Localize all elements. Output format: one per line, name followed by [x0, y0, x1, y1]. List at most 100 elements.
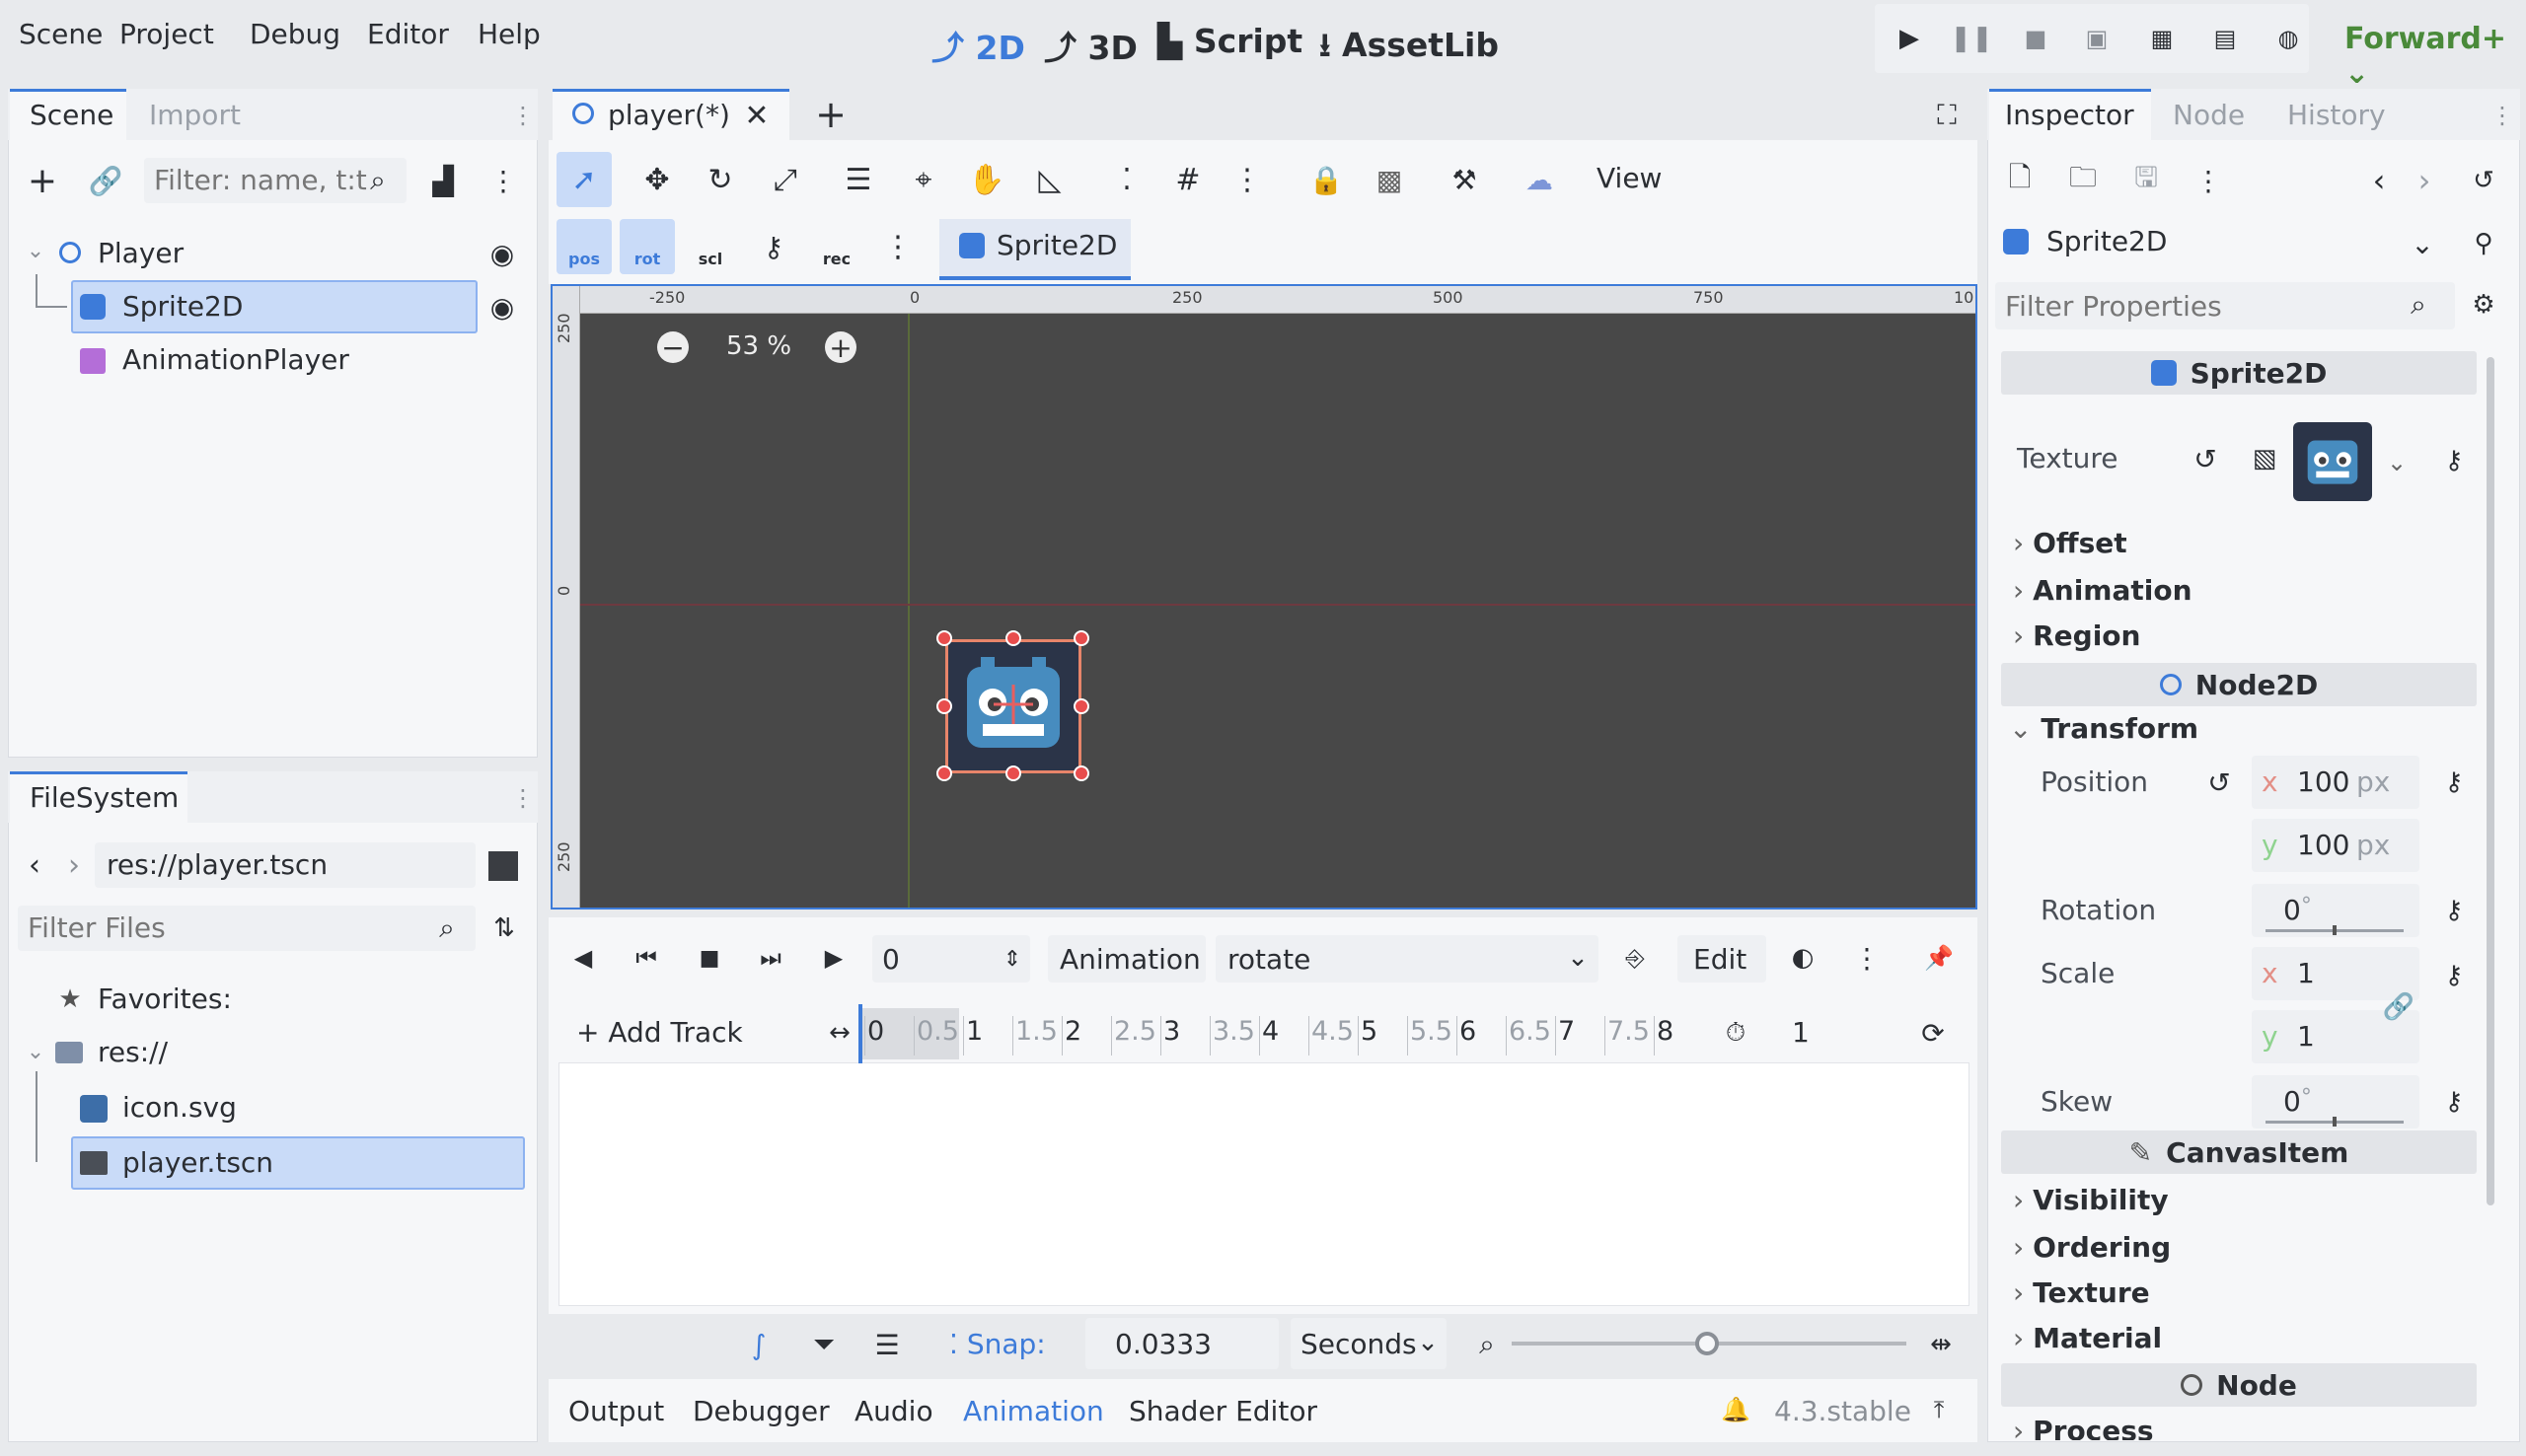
add-tab-icon[interactable]: + — [813, 93, 849, 136]
play-custom-icon[interactable]: ▤ — [2210, 24, 2240, 53]
workspace-script[interactable]: ▙ Script — [1157, 22, 1302, 60]
menu-project[interactable]: Project — [119, 18, 214, 50]
tab-import[interactable]: Import — [149, 99, 241, 131]
section-offset[interactable]: › Offset — [2013, 527, 2127, 559]
scale-icon[interactable]: ⤢ — [768, 162, 803, 197]
section-transform[interactable]: ⌄ Transform — [2009, 712, 2198, 745]
stop-icon[interactable]: ■ — [2021, 24, 2050, 53]
tab-animation[interactable]: Animation — [963, 1395, 1104, 1427]
play-start-icon[interactable]: ⏭ — [756, 943, 785, 973]
resize-icon[interactable]: ↔ — [823, 1016, 856, 1050]
length-value[interactable]: 1 — [1792, 1016, 1810, 1049]
fullscreen-icon[interactable]: ⛶ — [1930, 99, 1964, 132]
onion-icon[interactable]: ◐ — [1786, 943, 1820, 973]
smart-snap-icon[interactable]: ⁚ — [1109, 162, 1145, 197]
handle[interactable] — [1005, 630, 1021, 646]
chevron-down-icon[interactable]: ⌄ — [2382, 448, 2412, 477]
eye-icon[interactable]: ◉ — [485, 238, 519, 270]
menu-dots-icon[interactable]: ⋮ — [511, 781, 535, 815]
play-backwards-icon[interactable]: ◀ — [568, 943, 598, 973]
pivot-icon[interactable]: ⌖ — [906, 162, 941, 197]
ruler-icon[interactable]: ◺ — [1032, 162, 1068, 197]
rot-mode[interactable]: rot — [620, 219, 675, 274]
tab-debugger[interactable]: Debugger — [693, 1395, 830, 1427]
menu-dots-icon[interactable]: ⋮ — [2490, 99, 2514, 132]
bone-icon[interactable]: ⚒ — [1447, 162, 1482, 197]
tree-node-player[interactable]: Player — [98, 237, 184, 269]
pos-mode[interactable]: pos — [557, 219, 612, 274]
sort-icon[interactable]: ⇅ — [487, 911, 521, 945]
handle[interactable] — [936, 630, 952, 646]
open-icon[interactable]: 🗀 — [2066, 161, 2100, 197]
list-select-icon[interactable]: ☰ — [841, 162, 876, 197]
dots-icon[interactable]: ⋮ — [1853, 942, 1881, 975]
rotate-icon[interactable]: ↻ — [703, 162, 738, 197]
back-icon[interactable]: ‹ — [22, 848, 47, 883]
close-icon[interactable]: ✕ — [740, 99, 774, 133]
view-menu[interactable]: View — [1597, 162, 1662, 194]
revert-icon[interactable]: ↺ — [2189, 442, 2222, 475]
tab-shader-editor[interactable]: Shader Editor — [1129, 1395, 1317, 1427]
fit-icon[interactable]: ⇹ — [1924, 1328, 1958, 1361]
history-back-icon[interactable]: ‹ — [2364, 162, 2394, 199]
key-icon[interactable]: ⚷ — [2437, 1087, 2471, 1117]
select-icon[interactable]: ➚ — [566, 162, 602, 197]
expand-panel-icon[interactable]: ⤒ — [1924, 1395, 1954, 1424]
filter-icon[interactable]: ⏷ — [807, 1328, 841, 1361]
tab-output[interactable]: Output — [568, 1395, 664, 1427]
revert-icon[interactable]: ↺ — [2202, 765, 2236, 799]
zoom-level[interactable]: 53 % — [726, 331, 791, 361]
lock-icon[interactable]: 🔒 — [1308, 162, 1344, 197]
new-resource-icon[interactable]: 🗋 — [2003, 161, 2037, 197]
key-icon[interactable]: ⚷ — [2437, 896, 2471, 925]
section-process[interactable]: › Process — [2013, 1415, 2154, 1440]
renderer-select[interactable]: Forward+ ⌄ — [2344, 22, 2526, 91]
tune-icon[interactable]: ⚙ — [2467, 288, 2500, 322]
key-icon[interactable]: ⚷ — [2437, 767, 2471, 797]
workspace-assetlib[interactable]: ⭳ AssetLib — [1319, 22, 1499, 77]
move-icon[interactable]: ✥ — [639, 162, 675, 197]
cloud-icon[interactable]: ☁ — [1522, 162, 1557, 197]
menu-dots-icon[interactable]: ⋮ — [511, 99, 535, 132]
handle[interactable] — [936, 765, 952, 781]
tab-history[interactable]: History — [2287, 99, 2386, 131]
dots-icon[interactable]: ⋮ — [2194, 164, 2222, 197]
stop-icon[interactable]: ■ — [695, 943, 724, 973]
fs-res-folder[interactable]: res:// — [98, 1036, 168, 1068]
handle[interactable] — [936, 698, 952, 714]
zoom-slider-handle[interactable] — [1695, 1332, 1719, 1355]
menu-scene[interactable]: Scene — [19, 18, 103, 50]
chevron-down-icon[interactable]: ⌄ — [24, 1040, 47, 1064]
section-region[interactable]: › Region — [2013, 619, 2140, 652]
eye-icon[interactable]: ◉ — [485, 291, 519, 324]
tab-node[interactable]: Node — [2173, 99, 2245, 131]
notification-icon[interactable]: 🔔 — [1721, 1395, 1750, 1424]
handle[interactable] — [1074, 698, 1089, 714]
play-icon[interactable]: ▶ — [819, 943, 849, 973]
remote-icon[interactable]: ▣ — [2082, 24, 2112, 53]
save-icon[interactable]: 🖫 — [2129, 161, 2163, 197]
tracks-icon[interactable]: ☰ — [870, 1328, 904, 1361]
handle[interactable] — [1074, 765, 1089, 781]
link-icon[interactable]: 🔗 — [2382, 990, 2415, 1024]
play-backwards-start-icon[interactable]: ⏮ — [632, 943, 661, 973]
fs-favorites[interactable]: Favorites: — [98, 983, 232, 1015]
section-ordering[interactable]: › Ordering — [2013, 1231, 2171, 1264]
bezier-icon[interactable]: ∫ — [742, 1328, 776, 1361]
menu-help[interactable]: Help — [478, 18, 541, 50]
attach-script-icon[interactable]: ▟ — [426, 164, 460, 197]
layout-icon[interactable] — [488, 851, 518, 881]
workspace-3d[interactable]: ⤴ 3D — [1044, 22, 1138, 69]
loop-icon[interactable]: ⟳ — [1916, 1016, 1950, 1050]
scl-mode[interactable]: scl — [683, 219, 738, 274]
viewport[interactable]: -250 0 250 500 750 10 250 0 250 − 53 % + — [551, 284, 1977, 910]
workspace-2d[interactable]: ⤴ 2D — [931, 22, 1025, 69]
pin-icon[interactable]: 📌 — [1924, 943, 1954, 973]
zoom-icon[interactable]: ⌕ — [1470, 1328, 1504, 1361]
tab-audio[interactable]: Audio — [854, 1395, 933, 1427]
section-material[interactable]: › Material — [2013, 1322, 2162, 1354]
play-scene-icon[interactable]: ▦ — [2147, 24, 2177, 53]
section-animation[interactable]: › Animation — [2013, 574, 2192, 607]
fs-icon-svg[interactable]: icon.svg — [122, 1091, 237, 1124]
key-icon[interactable]: ⚷ — [2437, 961, 2471, 990]
